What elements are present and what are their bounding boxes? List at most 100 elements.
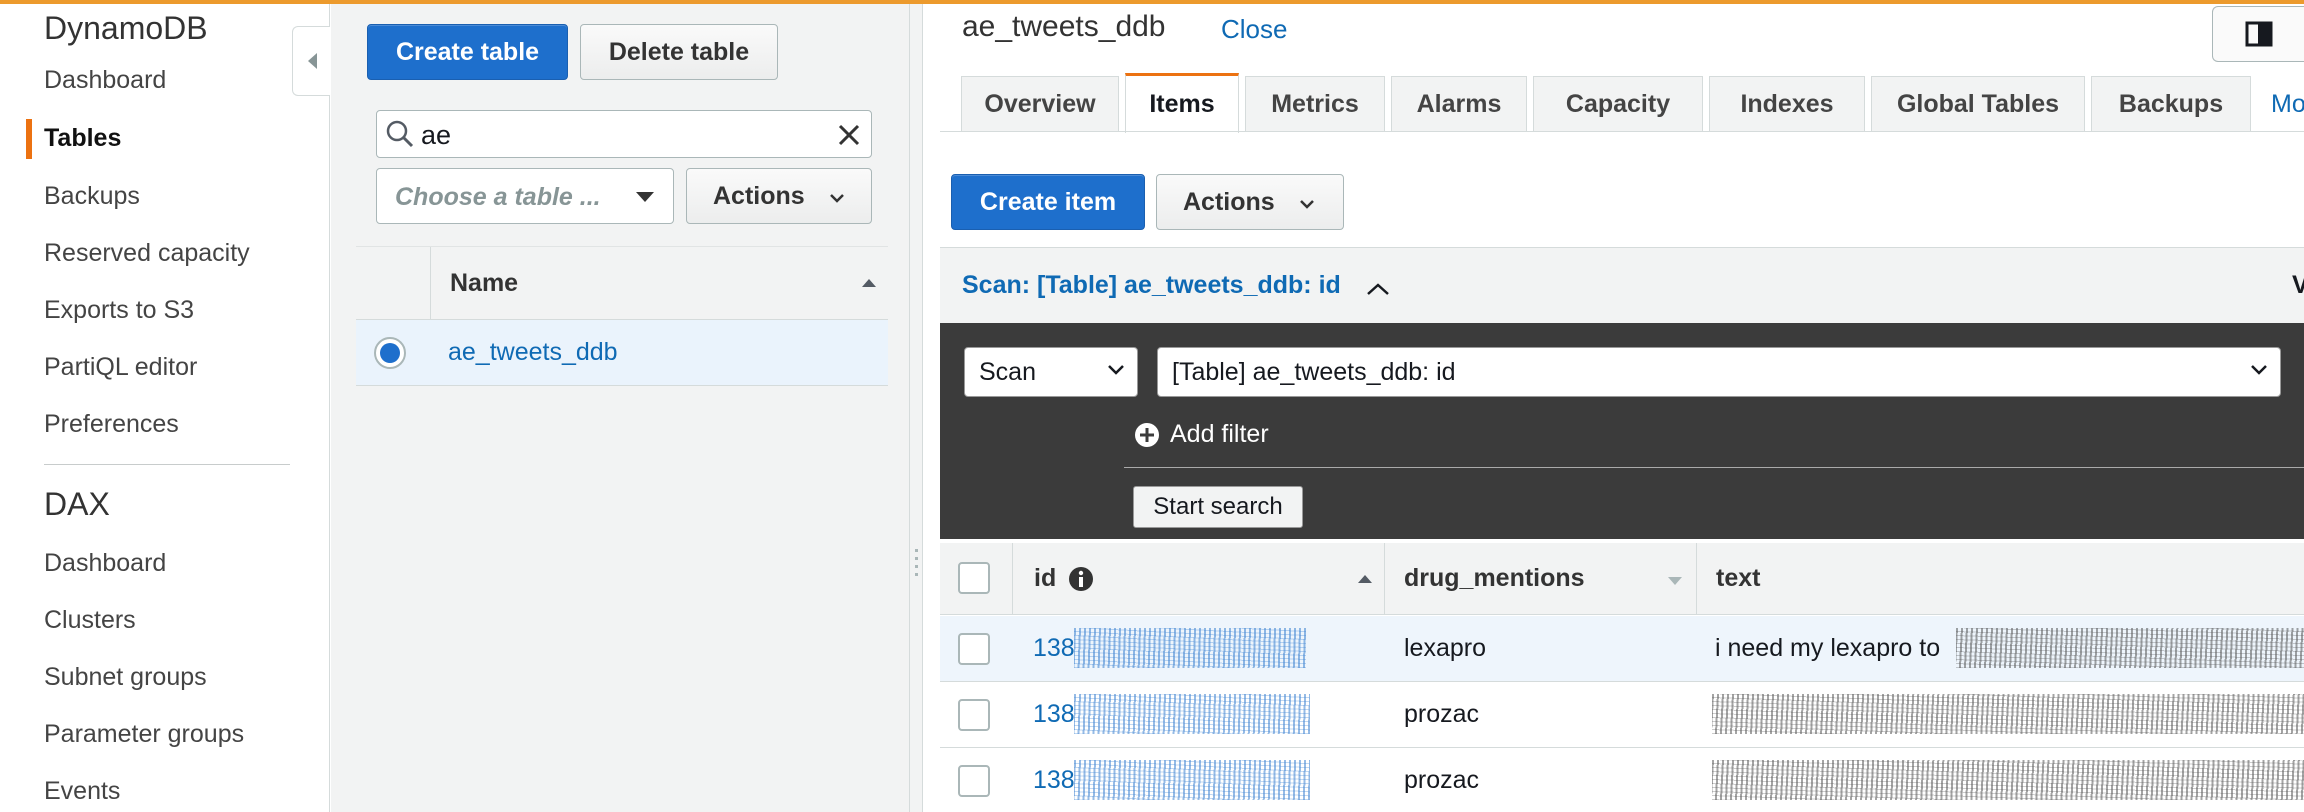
create-item-button[interactable]: Create item [951,174,1145,230]
tab-metrics[interactable]: Metrics [1245,76,1385,132]
tab-global-tables[interactable]: Global Tables [1871,76,2085,132]
table-row[interactable]: 138 prozac [940,748,2304,812]
tab-overview[interactable]: Overview [961,76,1119,132]
chevron-down-icon [1300,200,1314,209]
row-checkbox[interactable] [958,765,990,797]
item-actions-button[interactable]: Actions [1156,174,1344,230]
split-view-toggle-button[interactable] [2212,6,2304,62]
start-search-button[interactable]: Start search [1133,486,1303,528]
row-checkbox[interactable] [958,633,990,665]
header-divider [430,247,431,321]
caret-down-icon [636,192,654,202]
search-query-text: ae [421,120,452,150]
drug-mentions-cell: prozac [1404,766,1480,794]
tab-backups[interactable]: Backups [2091,76,2251,132]
table-actions-button[interactable]: Actions [686,168,872,224]
nav-divider [44,464,290,465]
table-row[interactable]: 138 lexapro i need my lexapro to [940,616,2304,682]
tab-indexes[interactable]: Indexes [1709,76,1865,132]
filter-divider [1124,467,2304,468]
drug-mentions-cell: lexapro [1404,634,1486,662]
redacted-id-blur [1074,760,1310,800]
nav-dynamodb-title: DynamoDB [44,10,208,46]
detail-table-title: ae_tweets_ddb [962,10,1166,43]
tab-more[interactable]: More [2257,76,2304,132]
nav-item-tables[interactable]: Tables [44,124,121,153]
add-filter-label: Add filter [1170,420,1269,448]
nav-item-dashboard[interactable]: Dashboard [44,66,166,95]
tab-items[interactable]: Items [1125,73,1239,133]
add-filter-link[interactable]: Add filter [1134,420,1269,449]
pane-resize-handle[interactable] [909,4,923,812]
column-name-header[interactable]: Name [450,269,518,298]
choose-table-dropdown[interactable]: Choose a table ... [376,168,674,224]
scan-header-trailing: V [2292,271,2304,299]
nav-item-clusters[interactable]: Clusters [44,606,136,635]
nav-item-preferences[interactable]: Preferences [44,410,179,439]
table-row[interactable]: 138 prozac [940,682,2304,748]
item-id-link[interactable]: 138 [1033,700,1075,729]
table-name-link[interactable]: ae_tweets_ddb [448,338,618,367]
nav-item-subnet-groups[interactable]: Subnet groups [44,663,207,692]
drug-mentions-cell: prozac [1404,700,1480,728]
redacted-text-blur [1956,628,2304,668]
search-icon [386,120,414,148]
nav-item-dax-dashboard[interactable]: Dashboard [44,549,166,578]
nav-item-reserved-capacity[interactable]: Reserved capacity [44,239,250,268]
left-navigation: DynamoDB Dashboard Tables Backups Reserv… [0,4,330,812]
sort-descending-icon[interactable] [1668,577,1682,585]
grip-dot [915,565,918,568]
scan-header-text[interactable]: Scan: [Table] ae_tweets_ddb: id [962,271,1341,300]
scan-section-header[interactable]: Scan: [Table] ae_tweets_ddb: id V [940,247,2304,323]
redacted-text-blur [1712,694,2304,734]
tab-capacity[interactable]: Capacity [1533,76,1703,132]
items-table-header: id drug_mentions text [940,543,2304,615]
table-list-row[interactable]: ae_tweets_ddb [356,320,888,386]
column-separator [1384,543,1385,615]
sort-ascending-icon[interactable] [1358,575,1372,583]
choose-table-placeholder: Choose a table ... [395,183,601,211]
select-all-checkbox[interactable] [958,562,990,594]
grip-dot [915,557,918,560]
nav-item-events[interactable]: Events [44,777,120,806]
chevron-down-icon [1108,365,1124,375]
grip-dot [915,549,918,552]
redacted-text-blur [1712,760,2304,800]
plus-circle-icon [1135,422,1159,447]
nav-item-parameter-groups[interactable]: Parameter groups [44,720,244,749]
scan-target-select[interactable]: [Table] ae_tweets_ddb: id [1157,347,2281,397]
table-search-input[interactable]: ae [376,110,872,158]
scan-mode-select[interactable]: Scan [964,347,1138,397]
redacted-id-blur [1074,694,1310,734]
sort-ascending-icon[interactable] [862,279,876,287]
collapse-nav-button[interactable] [292,26,330,96]
row-radio-selected[interactable] [374,337,406,369]
create-table-button[interactable]: Create table [367,24,568,80]
scan-mode-value: Scan [979,357,1036,386]
row-checkbox[interactable] [958,699,990,731]
nav-active-indicator [26,119,32,159]
nav-dax-title: DAX [44,486,110,522]
caret-left-icon [307,53,317,69]
column-text-header[interactable]: text [1716,564,1760,593]
tabs-bottom-border [940,131,2304,132]
item-id-link[interactable]: 138 [1033,634,1075,663]
nav-item-partiql-editor[interactable]: PartiQL editor [44,353,197,382]
chevron-down-icon [2251,365,2267,375]
close-link[interactable]: Close [1221,14,1287,45]
tab-alarms[interactable]: Alarms [1391,76,1527,132]
delete-table-button[interactable]: Delete table [580,24,778,80]
item-id-link[interactable]: 138 [1033,766,1075,795]
column-separator [1012,543,1013,615]
column-id-header[interactable]: id [1034,564,1056,593]
chevron-up-icon[interactable] [1366,282,1390,296]
grip-dot [915,573,918,576]
nav-item-backups[interactable]: Backups [44,182,140,211]
scan-target-value: [Table] ae_tweets_ddb: id [1172,357,1456,386]
split-panel-icon [2245,21,2272,47]
clear-search-icon[interactable] [837,123,861,147]
nav-item-exports-to-s3[interactable]: Exports to S3 [44,296,194,325]
column-drug-mentions-header[interactable]: drug_mentions [1404,564,1585,593]
text-cell: i need my lexapro to [1715,634,1941,662]
info-icon[interactable] [1068,566,1094,592]
